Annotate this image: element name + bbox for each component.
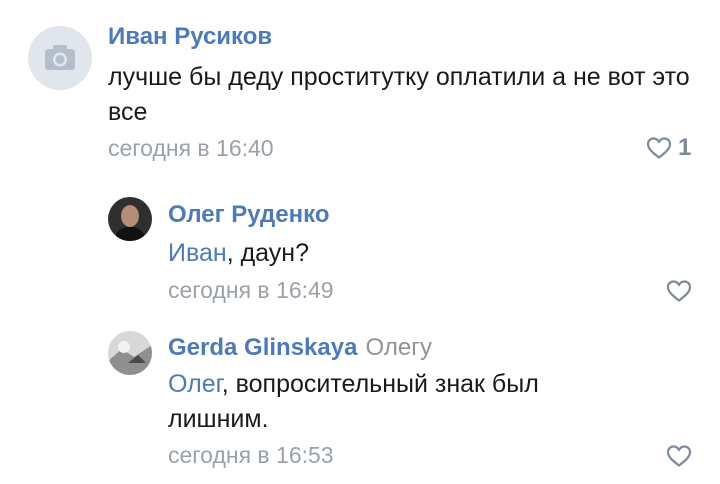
like-button[interactable]: 1 — [646, 134, 691, 162]
camera-icon — [45, 45, 75, 70]
mention-link[interactable]: Иван — [168, 239, 227, 267]
comment-author-name[interactable]: Gerda Glinskaya — [168, 334, 357, 361]
heart-icon — [666, 280, 692, 302]
comment-author[interactable]: Иван Русиков — [108, 23, 272, 51]
mention-link[interactable]: Олег — [168, 370, 222, 398]
user-photo — [108, 197, 152, 241]
comment-author[interactable]: Олег Руденко — [168, 201, 329, 229]
comment-time[interactable]: сегодня в 16:49 — [168, 277, 334, 304]
like-button[interactable] — [666, 444, 692, 468]
like-button[interactable] — [666, 279, 692, 303]
comment-text-body: лучше бы деду проститутку оплатили а не … — [108, 63, 690, 126]
like-count: 1 — [678, 134, 692, 161]
user-photo — [108, 331, 152, 375]
avatar[interactable] — [108, 197, 152, 241]
comment-time[interactable]: сегодня в 16:40 — [108, 135, 274, 162]
reply-to-label[interactable]: Олегу — [365, 334, 432, 361]
comment-text-body: , даун? — [226, 239, 309, 267]
comment-reply: Gerda Glinskaya Олегу Олег, вопросительны… — [0, 315, 720, 484]
avatar[interactable] — [28, 26, 92, 90]
comment-text: Олег, вопросительный знак был лишним. — [168, 367, 608, 437]
avatar[interactable] — [108, 331, 152, 375]
comment-author[interactable]: Gerda Glinskaya Олегу — [168, 334, 432, 362]
heart-icon — [666, 445, 692, 467]
comment-reply: Олег Руденко Иван, даун? сегодня в 16:49 — [0, 175, 720, 315]
comment-text: Иван, даун? — [168, 236, 698, 271]
heart-icon — [646, 137, 672, 159]
comment-text: лучше бы деду проститутку оплатили а не … — [108, 60, 708, 130]
comment-text-body: , вопросительный знак был лишним. — [168, 370, 539, 433]
comment: Иван Русиков лучше бы деду проститутку о… — [0, 0, 720, 175]
comment-time[interactable]: сегодня в 16:53 — [168, 442, 334, 469]
